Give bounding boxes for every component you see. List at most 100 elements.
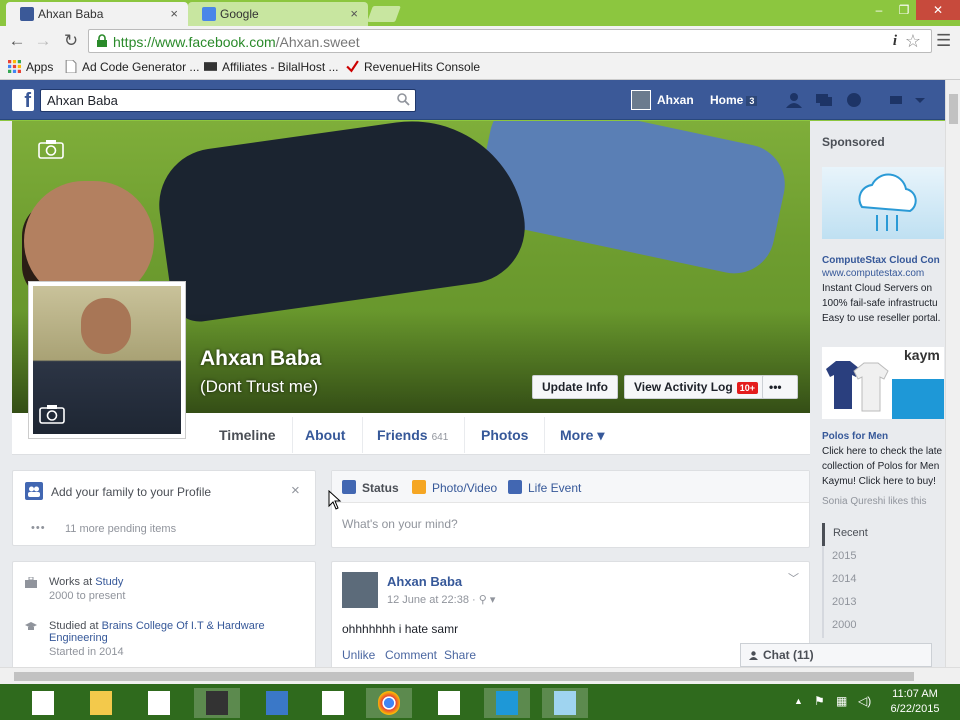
facebook-search-input[interactable]: Ahxan Baba bbox=[40, 89, 416, 112]
taskbar-clock[interactable]: 11:07 AM 6/22/2015 bbox=[886, 687, 944, 717]
year-2014[interactable]: 2014 bbox=[824, 569, 945, 592]
camera-icon[interactable] bbox=[38, 139, 64, 159]
scrollbar-thumb[interactable] bbox=[14, 672, 914, 681]
year-recent[interactable]: Recent bbox=[822, 523, 945, 546]
tray-network-icon[interactable]: ▦ bbox=[836, 694, 847, 708]
notifications-globe-icon[interactable] bbox=[845, 92, 863, 108]
update-info-button[interactable]: Update Info bbox=[532, 375, 618, 399]
taskbar-file-icon[interactable] bbox=[426, 688, 472, 718]
taskbar-chrome-icon[interactable] bbox=[366, 688, 412, 718]
settings-chevron-down-icon[interactable] bbox=[914, 92, 926, 108]
briefcase-icon bbox=[25, 577, 37, 588]
view-activity-log-button[interactable]: View Activity Log 10+ bbox=[624, 375, 768, 399]
profile-link[interactable]: Ahxan bbox=[631, 90, 694, 110]
year-2015[interactable]: 2015 bbox=[824, 546, 945, 569]
ad-brand: kaym bbox=[904, 347, 940, 363]
browser-tab-facebook[interactable]: Ahxan Baba × bbox=[6, 2, 188, 26]
horizontal-scrollbar[interactable] bbox=[0, 667, 960, 684]
ad-url[interactable]: www.computestax.com bbox=[822, 268, 945, 279]
taskbar-file-icon[interactable] bbox=[136, 688, 182, 718]
intro-education: Studied at Brains College Of I.T & Hardw… bbox=[25, 620, 315, 658]
profile-picture[interactable] bbox=[28, 281, 186, 439]
year-2000[interactable]: 2000 bbox=[824, 615, 945, 638]
taskbar-file-icon[interactable] bbox=[20, 688, 66, 718]
home-link[interactable]: Home 3 bbox=[710, 90, 758, 111]
forward-arrow-icon[interactable]: → bbox=[32, 30, 54, 52]
back-arrow-icon[interactable]: ← bbox=[6, 30, 28, 52]
post-author-avatar[interactable] bbox=[342, 572, 378, 608]
ad-title[interactable]: ComputeStax Cloud Con bbox=[822, 255, 945, 266]
mouse-cursor-icon bbox=[328, 490, 342, 510]
bookmark-apps[interactable]: Apps bbox=[8, 60, 53, 74]
friend-requests-icon[interactable] bbox=[785, 92, 803, 108]
tab-photos[interactable]: Photos bbox=[481, 427, 528, 443]
vertical-scrollbar[interactable] bbox=[945, 80, 960, 667]
more-options-button[interactable]: ••• bbox=[762, 375, 798, 399]
chat-tab[interactable]: Chat (11) bbox=[740, 643, 932, 667]
maximize-button[interactable]: ❐ bbox=[892, 0, 916, 20]
tab-close-icon[interactable]: × bbox=[170, 6, 178, 21]
tab-friends[interactable]: Friends 641 bbox=[377, 427, 448, 443]
tray-flag-icon[interactable]: ⚑ bbox=[814, 694, 825, 708]
taskbar-camera-icon[interactable] bbox=[194, 688, 240, 718]
bookmark-ad-code-generator[interactable]: Ad Code Generator ... bbox=[64, 60, 199, 74]
post-timestamp[interactable]: 12 June at 22:38 · ⚲ ▾ bbox=[387, 593, 495, 606]
intro-work: Works at Study 2000 to present bbox=[25, 576, 315, 602]
tab-close-icon[interactable]: × bbox=[350, 6, 358, 21]
tab-about[interactable]: About bbox=[305, 427, 345, 443]
chrome-menu-icon[interactable]: ☰ bbox=[936, 31, 951, 51]
ad-image-cloud[interactable] bbox=[822, 167, 944, 239]
composer-life-event-tab[interactable]: Life Event bbox=[508, 480, 581, 495]
close-icon[interactable]: × bbox=[291, 482, 300, 499]
profile-photo-face bbox=[81, 298, 131, 354]
comment-link[interactable]: Comment bbox=[385, 648, 437, 662]
whats-on-your-mind-input[interactable]: What's on your mind? bbox=[342, 517, 458, 531]
ad-title[interactable]: Polos for Men bbox=[822, 431, 945, 442]
search-icon[interactable] bbox=[396, 92, 410, 106]
messages-icon[interactable] bbox=[815, 92, 833, 108]
post-author-name[interactable]: Ahxan Baba bbox=[387, 574, 462, 589]
tab-title: Ahxan Baba bbox=[38, 7, 104, 21]
sponsored-heading: Sponsored bbox=[822, 135, 885, 149]
privacy-shortcuts-icon[interactable] bbox=[888, 92, 906, 108]
reload-icon[interactable]: ↻ bbox=[60, 30, 82, 52]
ad-image-polos[interactable]: kaym bbox=[822, 347, 944, 419]
camera-icon[interactable] bbox=[39, 404, 65, 424]
bookmark-revenuehits[interactable]: RevenueHits Console bbox=[346, 60, 480, 74]
pending-items-link[interactable]: 11 more pending items bbox=[65, 523, 176, 535]
address-bar[interactable]: https://www.facebook.com/Ahxan.sweet i ☆ bbox=[88, 29, 932, 53]
timeline-post: Ahxan Baba 12 June at 22:38 · ⚲ ▾ ﹀ ohhh… bbox=[331, 561, 810, 667]
close-window-button[interactable]: ✕ bbox=[916, 0, 960, 20]
tab-more[interactable]: More ▾ bbox=[560, 427, 604, 444]
browser-tab-google[interactable]: Google × bbox=[188, 2, 368, 26]
scrollbar-thumb[interactable] bbox=[949, 94, 958, 124]
bookmark-star-icon[interactable]: ☆ bbox=[905, 31, 921, 52]
post-options-chevron-icon[interactable]: ﹀ bbox=[788, 570, 799, 586]
unlike-link[interactable]: Unlike bbox=[342, 648, 375, 662]
composer-status-tab[interactable]: Status bbox=[342, 480, 399, 495]
google-favicon-icon bbox=[202, 7, 216, 21]
tray-volume-icon[interactable]: ◁) bbox=[858, 694, 871, 708]
taskbar-arrow-app-icon[interactable] bbox=[484, 688, 530, 718]
tray-expand-icon[interactable]: ▲ bbox=[794, 696, 803, 706]
tab-timeline[interactable]: Timeline bbox=[219, 427, 276, 443]
taskbar-app-icon[interactable] bbox=[542, 688, 588, 718]
family-card-title[interactable]: Add your family to your Profile bbox=[51, 485, 211, 499]
work-dates: 2000 to present bbox=[49, 590, 126, 602]
more-dots-icon: ••• bbox=[31, 522, 46, 534]
new-tab-button[interactable] bbox=[367, 6, 401, 22]
page-info-icon[interactable]: i bbox=[893, 33, 897, 50]
flag-icon bbox=[508, 480, 522, 494]
minimize-button[interactable]: – bbox=[866, 0, 892, 20]
facebook-logo[interactable]: f bbox=[12, 89, 34, 111]
share-link[interactable]: Share bbox=[444, 648, 476, 662]
taskbar-file-icon[interactable] bbox=[310, 688, 356, 718]
tab-divider bbox=[544, 417, 545, 453]
bookmark-affiliates[interactable]: Affiliates - BilalHost ... bbox=[204, 60, 338, 74]
taskbar-network-icon[interactable] bbox=[254, 688, 300, 718]
taskbar-folder-icon[interactable] bbox=[78, 688, 124, 718]
year-2013[interactable]: 2013 bbox=[824, 592, 945, 615]
work-link[interactable]: Study bbox=[95, 576, 123, 588]
bookmarks-bar: Apps Ad Code Generator ... Affiliates - … bbox=[0, 56, 960, 80]
composer-photo-video-tab[interactable]: Photo/Video bbox=[412, 480, 497, 495]
